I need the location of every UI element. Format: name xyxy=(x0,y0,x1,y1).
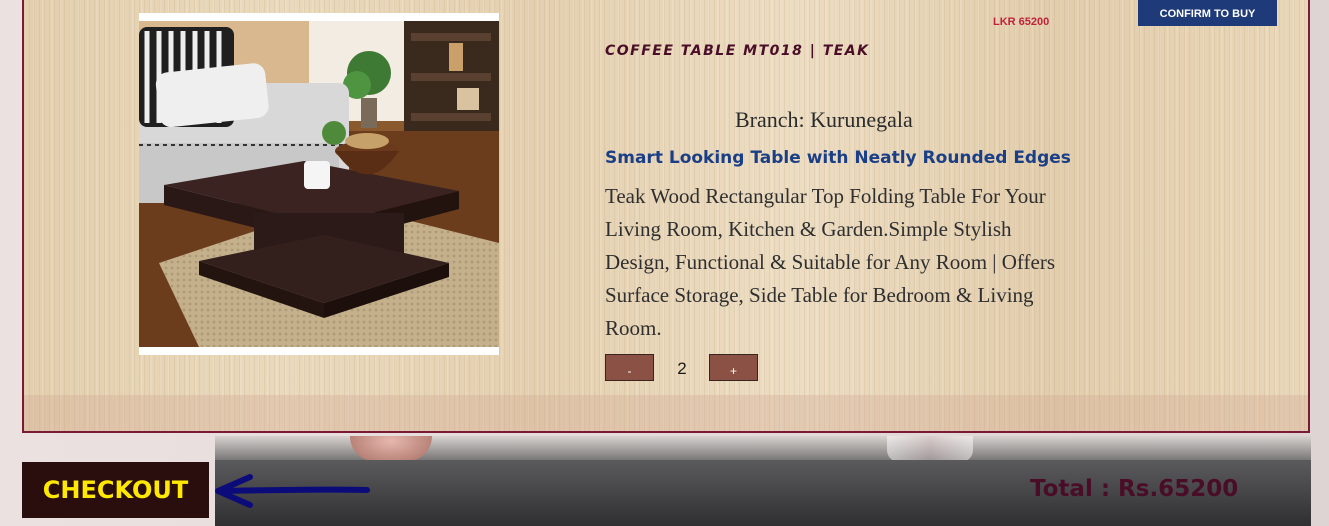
checkout-button[interactable]: CHECKOUT xyxy=(22,462,209,518)
quantity-decrease-button[interactable]: - xyxy=(605,354,654,381)
product-tagline: Smart Looking Table with Neatly Rounded … xyxy=(605,148,1071,168)
glass-decoration xyxy=(887,436,973,462)
branch-label: Branch: Kurunegala xyxy=(735,107,913,132)
item-price: LKR 65200 xyxy=(993,16,1050,28)
product-description: Teak Wood Rectangular Top Folding Table … xyxy=(605,184,1056,340)
coffee-table-photo-icon xyxy=(139,21,499,347)
confirm-to-buy-button[interactable]: CONFIRM TO BUY xyxy=(1138,0,1277,26)
left-arrow-icon xyxy=(210,472,370,517)
cart-total: Total : Rs.65200 xyxy=(1030,476,1239,502)
vase-decoration xyxy=(350,436,432,462)
product-title: COFFEE TABLE MT018 | TEAK xyxy=(605,43,870,59)
quantity-increase-button[interactable]: + xyxy=(709,354,758,381)
quantity-value: 2 xyxy=(677,359,687,378)
card-footer-strip xyxy=(24,395,1308,431)
product-image xyxy=(139,13,499,355)
